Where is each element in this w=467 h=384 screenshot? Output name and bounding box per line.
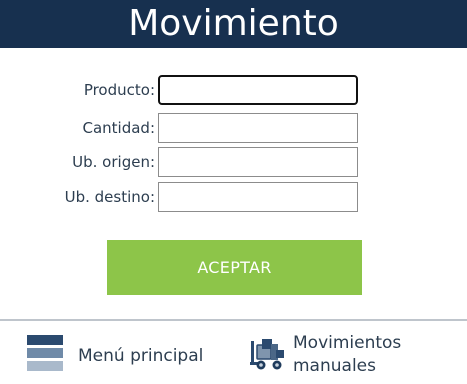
origin-location-input[interactable] xyxy=(158,147,358,177)
quantity-label: Cantidad: xyxy=(82,119,155,137)
origin-row: Ub. origen: xyxy=(0,147,467,179)
product-label: Producto: xyxy=(83,81,155,99)
manual-movements-label-line1: Movimientos xyxy=(293,333,402,353)
main-menu-label: Menú principal xyxy=(78,346,204,366)
quantity-row: Cantidad: xyxy=(0,113,467,145)
manual-movements-button[interactable]: Movimientos manuales xyxy=(248,324,458,382)
footer-divider xyxy=(0,319,467,321)
quantity-input[interactable] xyxy=(158,113,358,143)
origin-location-label: Ub. origen: xyxy=(72,153,155,171)
hamburger-icon xyxy=(27,335,63,371)
product-row: Producto: xyxy=(0,75,467,107)
forklift-icon xyxy=(250,339,284,370)
product-input[interactable] xyxy=(158,75,358,105)
manual-movements-label-line2: manuales xyxy=(293,356,376,376)
destination-location-label: Ub. destino: xyxy=(64,188,155,206)
page-title: Movimiento xyxy=(128,3,339,44)
manual-movements-label: Movimientos manuales xyxy=(293,332,401,378)
destination-location-input[interactable] xyxy=(158,182,358,212)
destination-row: Ub. destino: xyxy=(0,182,467,214)
main-menu-button[interactable]: Menú principal xyxy=(20,324,220,382)
app-header: Movimiento xyxy=(0,0,467,48)
accept-button[interactable]: ACEPTAR xyxy=(107,240,362,295)
